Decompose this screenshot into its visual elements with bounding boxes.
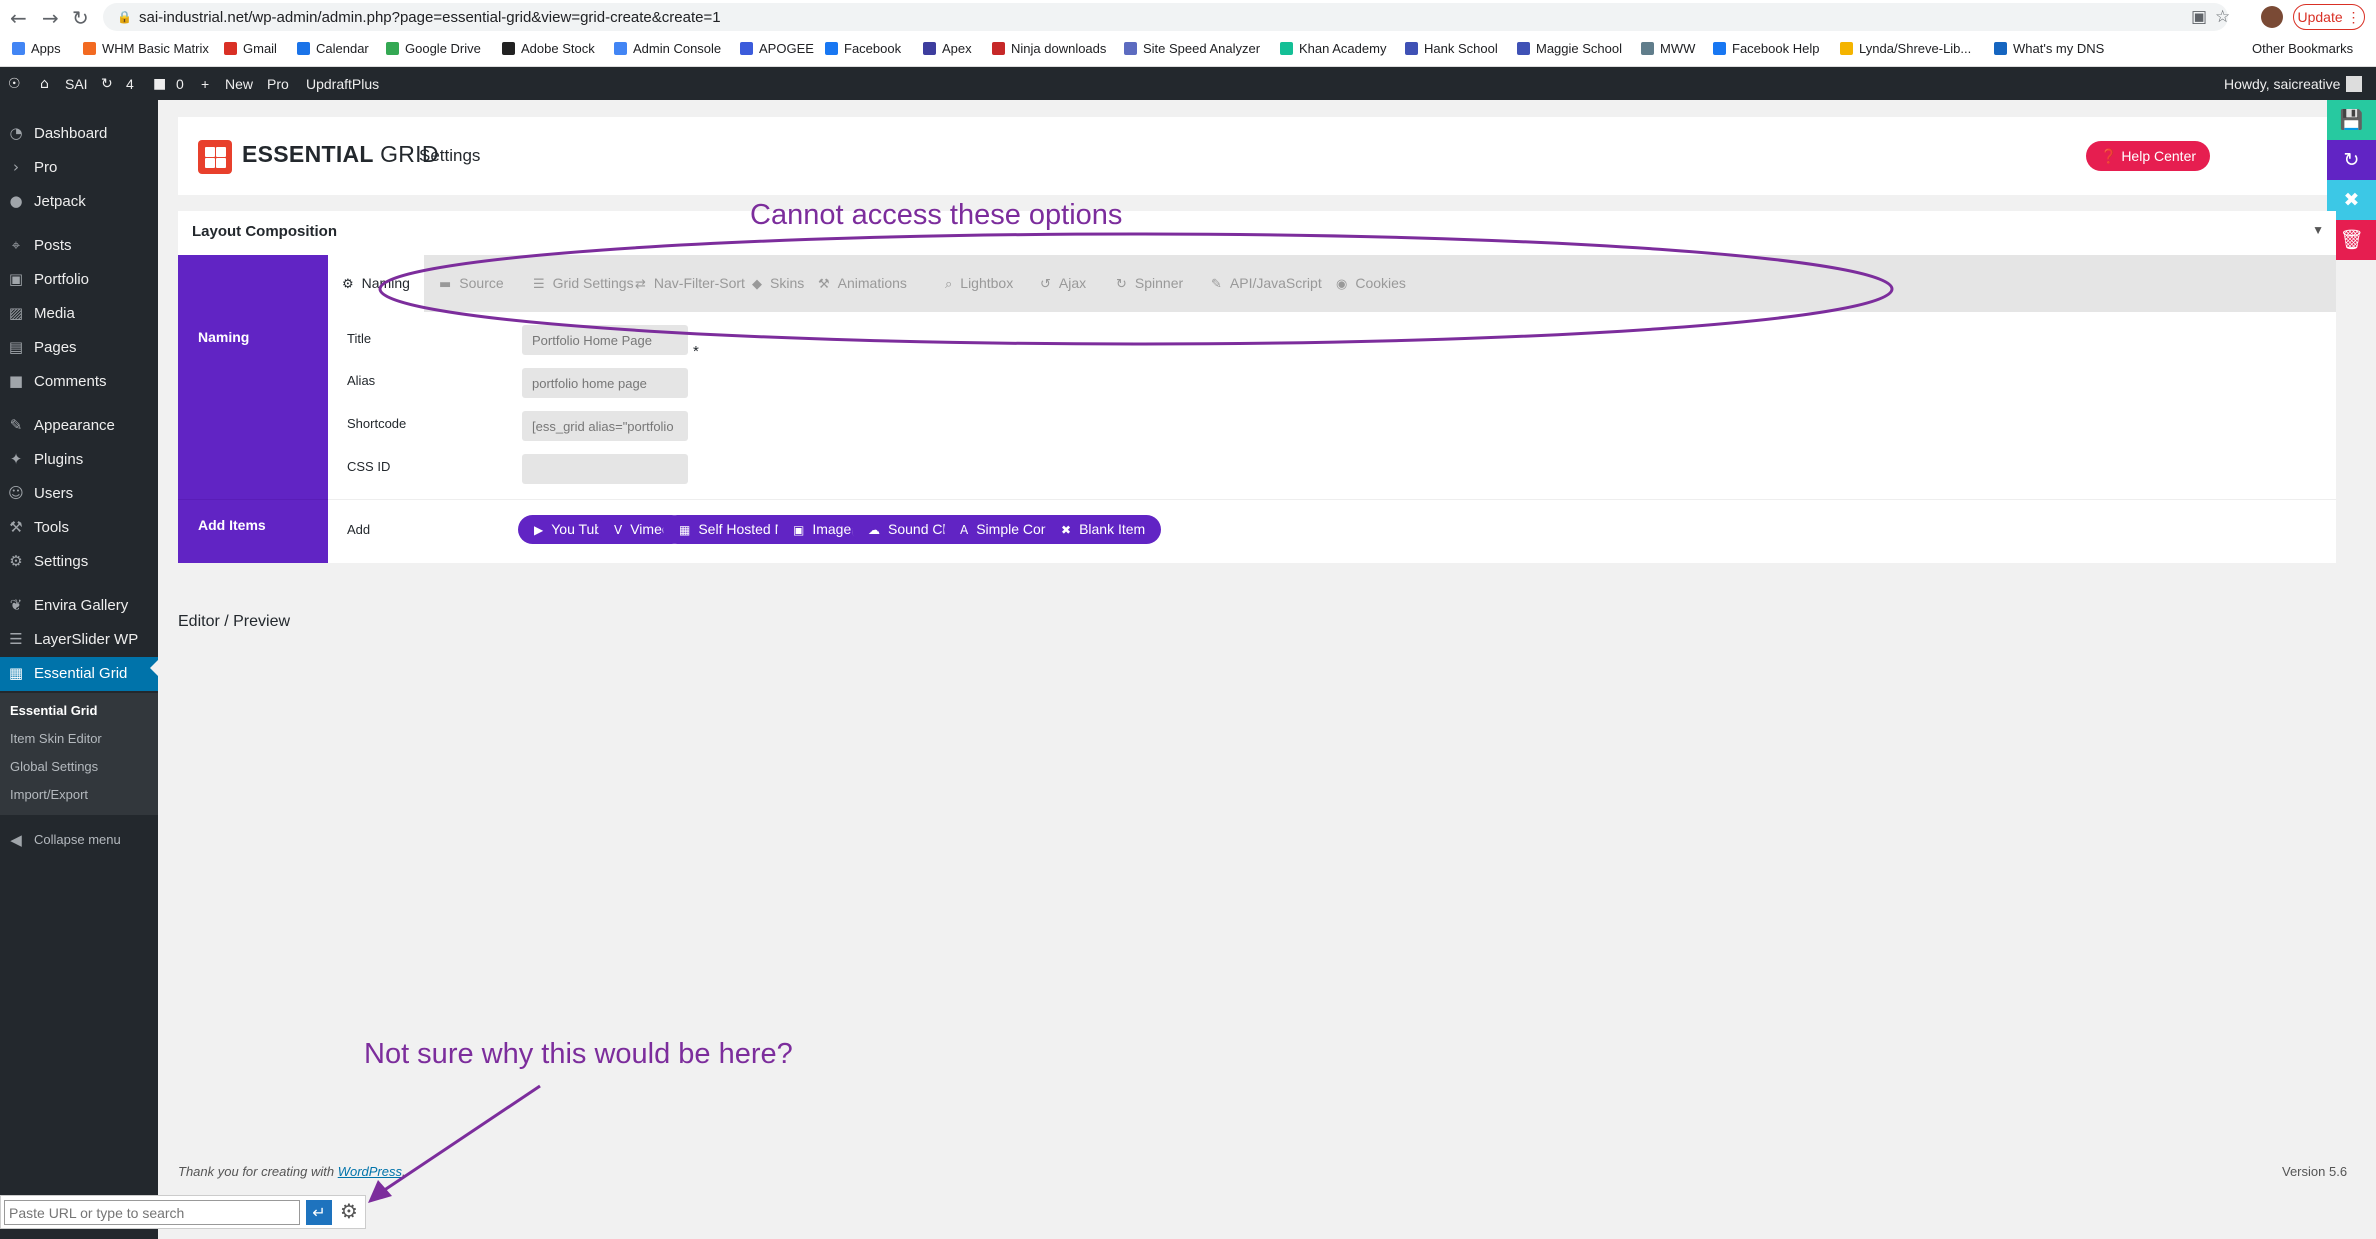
annotation-arrow-head	[368, 1180, 392, 1203]
annotation-ellipse	[378, 232, 1894, 346]
annotation-bottom: Not sure why this would be here?	[364, 1038, 793, 1070]
annotation-arrow-line	[379, 1084, 541, 1195]
annotation-top: Cannot access these options	[750, 199, 1123, 231]
annotation-overlay	[368, 232, 1894, 1203]
